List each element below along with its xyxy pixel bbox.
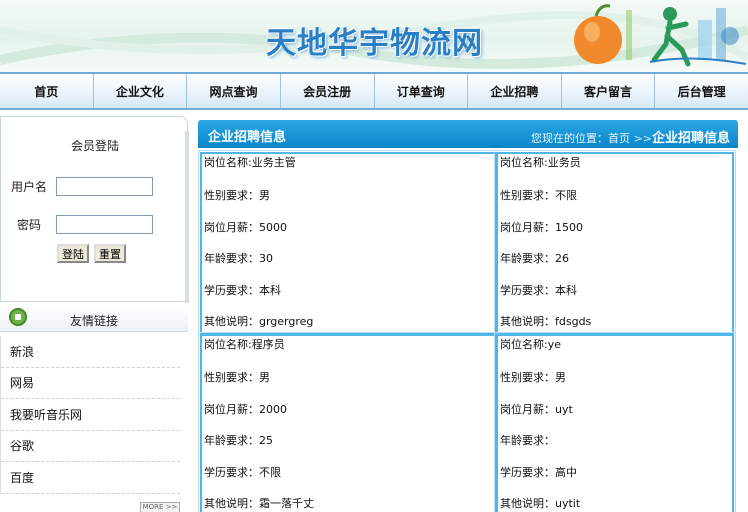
breadcrumb: 您现在的位置：首页 >>企业招聘信息 — [531, 127, 730, 146]
job-salary: 岗位月薪：5000 — [204, 220, 287, 234]
job-salary: 岗位月薪：2000 — [204, 402, 287, 416]
logistics-logo-icon — [574, 4, 747, 67]
nav-branch-query[interactable]: 网点查询 — [187, 74, 281, 108]
nav-recruitment[interactable]: 企业招聘 — [468, 74, 562, 108]
job-salary: 岗位月薪：uyt — [500, 402, 573, 416]
job-age: 年龄要求：26 — [500, 252, 569, 266]
password-row: 密码 — [11, 215, 153, 234]
links-list: 新浪 网易 我要听音乐网 谷歌 百度 — [0, 336, 188, 494]
job-card: 岗位名称:业务员 性别要求：不限 岗位月薪：1500 年龄要求：26 学历要求：… — [494, 150, 736, 336]
job-education: 学历要求：本科 — [500, 283, 577, 297]
job-gender: 性别要求：不限 — [500, 189, 577, 202]
main-nav: 首页 企业文化 网点查询 会员注册 订单查询 企业招聘 客户留言 后台管理 — [0, 72, 748, 110]
nav-home[interactable]: 首页 — [0, 74, 94, 108]
nav-messages[interactable]: 客户留言 — [562, 74, 656, 108]
job-note: 其他说明：霜一落千丈 — [204, 497, 314, 511]
link-item[interactable]: 网易 — [1, 368, 180, 399]
username-label: 用户名 — [11, 180, 48, 194]
job-name: 岗位名称:ye — [500, 338, 561, 351]
links-title: 友情链接 — [70, 314, 119, 328]
job-age: 年龄要求： — [500, 434, 555, 448]
job-card: 岗位名称:程序员 性别要求：男 岗位月薪：2000 年龄要求：25 学历要求：不… — [198, 332, 498, 512]
job-name: 岗位名称:业务员 — [500, 156, 581, 169]
link-item[interactable]: 谷歌 — [1, 431, 180, 462]
page-title: 企业招聘信息 — [208, 130, 287, 145]
job-note: 其他说明：uytit — [500, 497, 581, 511]
job-name: 岗位名称:业务主管 — [204, 156, 296, 169]
job-age: 年龄要求：25 — [204, 434, 273, 448]
job-education: 学历要求：高中 — [500, 465, 577, 479]
login-divider — [185, 131, 189, 303]
links-header: 友情链接 — [0, 304, 188, 332]
site-title: 天地华宇物流网 — [266, 26, 483, 61]
nav-order-query[interactable]: 订单查询 — [375, 74, 469, 108]
nav-register[interactable]: 会员注册 — [281, 74, 375, 108]
login-button[interactable]: 登陆 — [57, 244, 89, 263]
link-item[interactable]: 百度 — [1, 462, 180, 494]
job-gender: 性别要求：男 — [500, 371, 566, 384]
breadcrumb-current: 企业招聘信息 — [651, 131, 730, 146]
job-card: 岗位名称:ye 性别要求：男 岗位月薪：uyt 年龄要求： 学历要求：高中 其他… — [494, 332, 736, 512]
breadcrumb-prefix[interactable]: 您现在的位置：首页 — [531, 132, 630, 145]
username-input[interactable] — [56, 177, 153, 196]
more-links-button[interactable]: MORE >> — [140, 502, 180, 512]
job-education: 学历要求：不限 — [204, 465, 281, 479]
breadcrumb-separator: >> — [633, 132, 652, 145]
job-gender: 性别要求：男 — [204, 371, 270, 384]
links-icon — [9, 308, 27, 326]
link-item[interactable]: 新浪 — [1, 336, 180, 368]
job-name: 岗位名称:程序员 — [204, 338, 285, 351]
login-box: 会员登陆 用户名 密码 登陆 重置 — [0, 116, 189, 303]
link-item[interactable]: 我要听音乐网 — [1, 399, 180, 431]
job-age: 年龄要求：30 — [204, 252, 273, 266]
login-buttons: 登陆 重置 — [57, 244, 126, 263]
left-column: 会员登陆 用户名 密码 登陆 重置 友情链接 新浪 网易 我要听音乐网 谷歌 百… — [0, 116, 189, 512]
nav-admin[interactable]: 后台管理 — [655, 74, 748, 108]
job-card: 岗位名称:业务主管 性别要求：男 岗位月薪：5000 年龄要求：30 学历要求：… — [198, 150, 498, 336]
nav-culture[interactable]: 企业文化 — [94, 74, 188, 108]
username-row: 用户名 — [11, 177, 153, 196]
password-label: 密码 — [17, 218, 42, 232]
reset-button[interactable]: 重置 — [94, 244, 126, 263]
password-input[interactable] — [56, 215, 153, 234]
job-salary: 岗位月薪：1500 — [500, 220, 583, 234]
login-title: 会员登陆 — [70, 139, 119, 153]
main-header: 企业招聘信息 您现在的位置：首页 >>企业招聘信息 — [198, 120, 738, 148]
header-banner: 天地华宇物流网 — [0, 0, 748, 72]
job-gender: 性别要求：男 — [204, 189, 270, 202]
job-education: 学历要求：本科 — [204, 283, 281, 297]
